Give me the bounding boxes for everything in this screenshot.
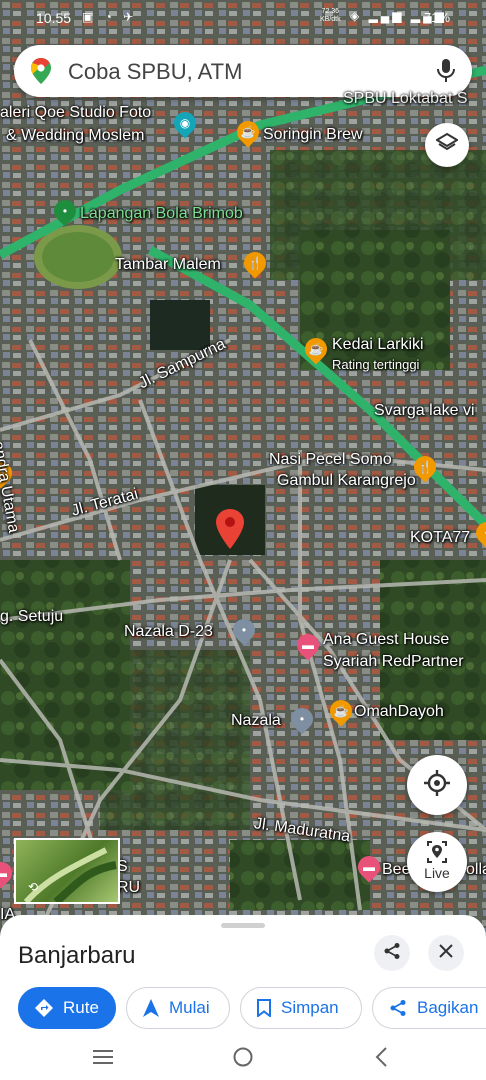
route-label: Rute [63, 998, 99, 1017]
place-poi-icon[interactable]: • [286, 703, 318, 735]
network-speed: 72.36 KB/dtk [320, 8, 341, 24]
status-bar: 10.55 ▣ ◔ ✈ 72.36 KB/dtk ◈ ▂▄▆ ▂▄▆ 71% [0, 0, 486, 36]
map-label-nasi-1[interactable]: Nasi Pecel Somo [269, 451, 392, 469]
share-icon-button[interactable] [374, 935, 410, 971]
share-button[interactable]: Bagikan [372, 987, 486, 1029]
map-label-lapangan[interactable]: Lapangan Bola Brimob [80, 205, 243, 223]
save-label: Simpan [281, 998, 339, 1017]
notification-icons: ▣ ◔ ✈ [82, 10, 138, 24]
restaurant-poi-icon[interactable]: 🍴 [409, 451, 441, 483]
live-view-button[interactable]: Live [407, 832, 467, 892]
layers-icon [435, 132, 459, 159]
recent-apps-icon[interactable] [92, 1048, 114, 1071]
map-label-wedding[interactable]: & Wedding Moslem [6, 127, 144, 145]
home-icon[interactable] [232, 1046, 254, 1073]
share-label: Bagikan [417, 998, 479, 1017]
map-label-nasi-2[interactable]: Gambul Karangrejo [277, 472, 416, 490]
close-icon [439, 943, 453, 963]
dropped-pin-icon[interactable] [216, 509, 244, 554]
restaurant-poi-icon[interactable]: 🍴 [239, 247, 271, 279]
camera-poi-icon[interactable]: ◉ [169, 107, 201, 139]
map-label-kota[interactable]: KOTA77 [410, 529, 470, 547]
map-label-tambar[interactable]: Tambar Malem [115, 256, 221, 274]
map-label-nazala-d23[interactable]: Nazala D-23 [124, 623, 213, 641]
directions-icon [35, 999, 53, 1017]
hotel-poi-icon[interactable]: ▬ [353, 851, 385, 883]
maps-pin-icon [30, 58, 52, 89]
search-input[interactable]: Coba SPBU, ATM [68, 59, 242, 85]
park-poi-icon[interactable]: • [49, 195, 81, 227]
cafe-poi-icon[interactable]: ☕ [325, 695, 357, 727]
map-label-ana-1[interactable]: Ana Guest House [323, 631, 449, 649]
bookmark-icon [257, 999, 271, 1017]
map-label-ana-2[interactable]: Syariah RedPartner [323, 653, 464, 671]
map-label-kedai-rating: Rating tertinggi [332, 357, 420, 372]
sheet-drag-handle[interactable] [221, 923, 265, 928]
my-location-icon [423, 769, 451, 802]
map-label-kedai[interactable]: Kedai Larkiki [332, 336, 424, 354]
map-label-svarga[interactable]: Svarga lake vi [374, 402, 475, 420]
map-label-nazala[interactable]: Nazala [231, 712, 281, 730]
speed-value: 72.36 [321, 8, 340, 15]
hotel-poi-icon[interactable]: ▬ [292, 629, 324, 661]
mic-icon[interactable] [436, 58, 456, 89]
place-title: Banjarbaru [18, 942, 136, 969]
status-time: 10.55 [36, 10, 72, 26]
street-view-360-icon: ⟲ [28, 880, 39, 894]
close-button[interactable] [428, 935, 464, 971]
map-label-galeri[interactable]: aleri Qoe Studio Foto [0, 104, 151, 122]
battery-level: 71% [424, 10, 451, 25]
map-label-ru: RU [117, 879, 141, 896]
layers-button[interactable] [425, 123, 469, 167]
map-label-soringin[interactable]: Soringin Brew [263, 126, 363, 144]
map-label-spbu[interactable]: SPBU Loktabat S [343, 90, 468, 108]
back-icon[interactable] [374, 1047, 388, 1072]
cafe-poi-icon[interactable]: ☕ [300, 333, 332, 365]
system-nav-bar [0, 1036, 486, 1080]
street-view-thumbnail[interactable]: ⟲ [14, 838, 120, 904]
save-button[interactable]: Simpan [240, 987, 362, 1029]
map-label-omah[interactable]: OmahDayoh [354, 703, 444, 721]
place-poi-icon[interactable]: • [228, 614, 260, 646]
route-button[interactable]: Rute [18, 987, 116, 1029]
map-label-bee-2[interactable]: olla [466, 861, 486, 879]
share-icon [389, 999, 407, 1017]
speed-unit: KB/dtk [320, 16, 341, 23]
my-location-button[interactable] [407, 755, 467, 815]
cafe-poi-icon[interactable]: ☕ [232, 116, 264, 148]
road-label-setuju: g. Setuju [0, 608, 64, 625]
share-icon [383, 942, 401, 965]
start-button[interactable]: Mulai [126, 987, 230, 1029]
start-label: Mulai [169, 998, 210, 1017]
live-view-label: Live [424, 865, 450, 881]
navigation-arrow-icon [143, 999, 159, 1017]
